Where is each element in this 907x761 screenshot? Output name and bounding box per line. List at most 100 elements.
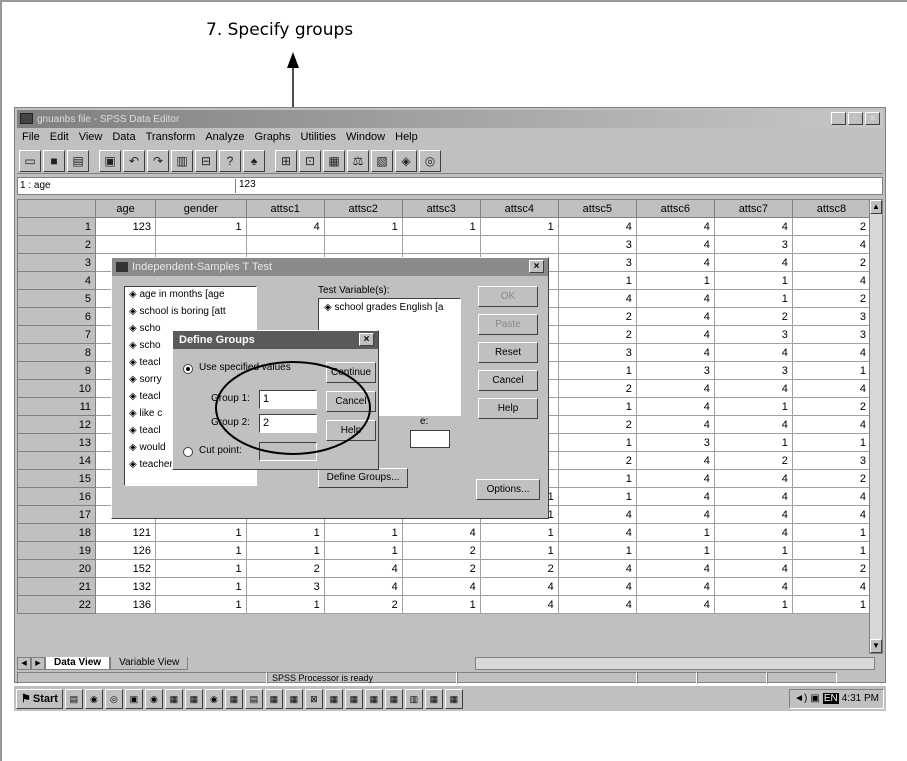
data-cell[interactable]: 4 xyxy=(791,577,872,596)
data-cell[interactable]: 4 xyxy=(245,217,325,236)
help-button[interactable]: Help xyxy=(478,398,538,419)
row-header[interactable]: 8 xyxy=(17,343,96,362)
menu-graphs[interactable]: Graphs xyxy=(249,129,295,146)
data-cell[interactable]: 1 xyxy=(155,595,247,614)
row-header[interactable]: 13 xyxy=(17,433,96,452)
row-header[interactable]: 3 xyxy=(17,253,96,272)
menu-file[interactable]: File xyxy=(17,129,45,146)
data-cell[interactable]: 3 xyxy=(791,307,872,326)
data-cell[interactable]: 4 xyxy=(557,559,637,578)
data-cell[interactable]: 2 xyxy=(791,289,872,308)
data-cell[interactable]: 4 xyxy=(635,307,715,326)
data-cell[interactable]: 4 xyxy=(323,577,403,596)
data-cell[interactable]: 123 xyxy=(94,217,157,236)
minimize-button[interactable]: _ xyxy=(831,112,846,125)
data-cell[interactable]: 2 xyxy=(557,307,637,326)
data-cell[interactable]: 1 xyxy=(713,433,793,452)
data-cell[interactable]: 4 xyxy=(635,217,715,236)
paste-button[interactable]: Paste xyxy=(478,314,538,335)
row-header[interactable]: 6 xyxy=(17,307,96,326)
data-cell[interactable]: 1 xyxy=(155,523,247,542)
data-cell[interactable]: 1 xyxy=(713,541,793,560)
data-cell[interactable]: 4 xyxy=(635,505,715,524)
data-cell[interactable]: 4 xyxy=(713,505,793,524)
data-cell[interactable]: 2 xyxy=(713,451,793,470)
data-cell[interactable]: 4 xyxy=(791,271,872,290)
data-cell[interactable]: 2 xyxy=(479,559,559,578)
data-cell[interactable]: 4 xyxy=(635,343,715,362)
data-cell[interactable]: 4 xyxy=(635,397,715,416)
redo-icon[interactable]: ↷ xyxy=(147,150,169,172)
data-cell[interactable]: 1 xyxy=(323,523,403,542)
data-cell[interactable] xyxy=(401,235,481,254)
options-button[interactable]: Options... xyxy=(476,479,540,500)
data-cell[interactable]: 3 xyxy=(635,433,715,452)
goto-chart-icon[interactable]: ▥ xyxy=(171,150,193,172)
taskbar-app-icon[interactable]: ▦ xyxy=(164,688,183,709)
menu-view[interactable]: View xyxy=(74,129,108,146)
data-cell[interactable] xyxy=(479,235,559,254)
value-labels-icon[interactable]: ◈ xyxy=(395,150,417,172)
define-groups-close-icon[interactable]: × xyxy=(359,333,374,346)
tab-prev-icon[interactable]: ◀ xyxy=(17,656,31,670)
grouping-variable-field[interactable] xyxy=(410,430,450,448)
data-cell[interactable]: 4 xyxy=(401,523,481,542)
taskbar-app-icon[interactable]: ▦ xyxy=(424,688,443,709)
data-cell[interactable]: 4 xyxy=(713,487,793,506)
column-header[interactable]: age xyxy=(94,199,157,218)
row-header[interactable]: 10 xyxy=(17,379,96,398)
print-icon[interactable]: ▤ xyxy=(67,150,89,172)
test-variable-item[interactable]: school grades English [a xyxy=(334,302,443,313)
taskbar-app-icon[interactable]: ▦ xyxy=(364,688,383,709)
data-cell[interactable]: 4 xyxy=(791,379,872,398)
data-cell[interactable]: 4 xyxy=(635,595,715,614)
column-header[interactable]: attsc4 xyxy=(479,199,559,218)
data-cell[interactable]: 4 xyxy=(557,595,637,614)
insert-variable-icon[interactable]: ⊡ xyxy=(299,150,321,172)
row-header[interactable]: 21 xyxy=(17,577,96,596)
data-cell[interactable]: 1 xyxy=(245,523,325,542)
data-cell[interactable]: 132 xyxy=(94,577,157,596)
taskbar-app-icon[interactable]: ◉ xyxy=(204,688,223,709)
vertical-scrollbar[interactable]: ▲ ▼ xyxy=(869,199,883,654)
reset-button[interactable]: Reset xyxy=(478,342,538,363)
column-header[interactable]: attsc8 xyxy=(791,199,872,218)
data-cell[interactable]: 1 xyxy=(557,469,637,488)
menu-data[interactable]: Data xyxy=(107,129,140,146)
data-cell[interactable]: 2 xyxy=(557,379,637,398)
data-cell[interactable]: 2 xyxy=(401,559,481,578)
taskbar-app-icon[interactable]: ▦ xyxy=(264,688,283,709)
column-header[interactable]: attsc1 xyxy=(245,199,325,218)
data-cell[interactable]: 3 xyxy=(713,361,793,380)
menu-utilities[interactable]: Utilities xyxy=(296,129,341,146)
taskbar-app-icon[interactable]: ▣ xyxy=(124,688,143,709)
data-cell[interactable]: 1 xyxy=(245,541,325,560)
taskbar-app-icon[interactable]: ▦ xyxy=(444,688,463,709)
column-header[interactable]: attsc7 xyxy=(713,199,793,218)
taskbar-app-icon[interactable]: ▤ xyxy=(64,688,83,709)
data-cell[interactable]: 1 xyxy=(557,487,637,506)
data-cell[interactable]: 1 xyxy=(791,541,872,560)
scroll-down-icon[interactable]: ▼ xyxy=(870,639,882,653)
data-cell[interactable]: 3 xyxy=(635,361,715,380)
data-cell[interactable]: 2 xyxy=(791,253,872,272)
data-cell[interactable]: 1 xyxy=(557,271,637,290)
start-button[interactable]: ⚑ Start xyxy=(16,688,63,709)
dialog-recall-icon[interactable]: ▣ xyxy=(99,150,121,172)
goto-case-icon[interactable]: ⊟ xyxy=(195,150,217,172)
tab-variable-view[interactable]: Variable View xyxy=(110,656,189,670)
row-header[interactable]: 14 xyxy=(17,451,96,470)
taskbar-app-icon[interactable]: ▦ xyxy=(284,688,303,709)
data-cell[interactable]: 1 xyxy=(155,559,247,578)
data-cell[interactable]: 4 xyxy=(791,505,872,524)
data-cell[interactable]: 1 xyxy=(791,523,872,542)
cancel-button[interactable]: Cancel xyxy=(478,370,538,391)
continue-button[interactable]: Continue xyxy=(326,362,376,383)
horizontal-scrollbar[interactable] xyxy=(475,657,875,670)
variable-list-item[interactable]: ◈ age in months [age xyxy=(125,287,256,304)
data-cell[interactable]: 4 xyxy=(713,577,793,596)
tab-data-view[interactable]: Data View xyxy=(45,656,111,670)
use-sets-icon[interactable]: ◎ xyxy=(419,150,441,172)
taskbar-app-icon[interactable]: ◉ xyxy=(84,688,103,709)
data-cell[interactable]: 1 xyxy=(791,595,872,614)
